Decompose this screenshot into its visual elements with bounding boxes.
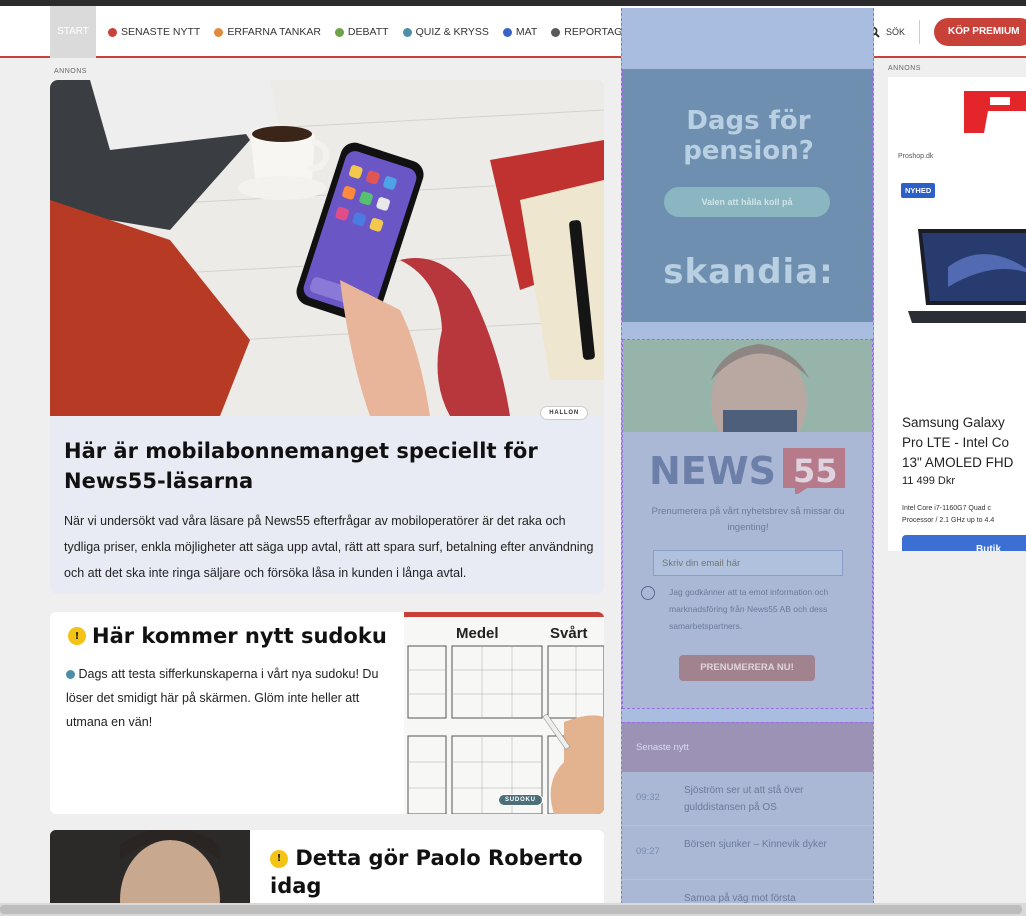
nav-item-reportage[interactable]: REPORTAGE: [551, 26, 629, 38]
nav-actions: SÖK KÖP PREMIUM: [868, 6, 1026, 58]
category-dot-icon: [108, 27, 117, 37]
nav-item-erfarna-tankar[interactable]: ERFARNA TANKAR: [214, 26, 321, 38]
ad-heading-line: Dags för: [686, 106, 811, 136]
article-excerpt: När vi undersökt vad våra läsare på News…: [64, 514, 594, 580]
nav-item-label: DEBATT: [347, 26, 389, 38]
buy-premium-button[interactable]: KÖP PREMIUM: [934, 18, 1026, 46]
sudoku-label-medel: Medel: [456, 625, 499, 642]
article-excerpt: Dags att testa sifferkunskaperna i vårt …: [66, 662, 386, 734]
article-card-sudoku[interactable]: ! Här kommer nytt sudoku Dags att testa …: [50, 612, 604, 814]
list-item[interactable]: 09:27 Börsen sjunker – Kinnevik dyker: [622, 828, 873, 880]
nav-item-quiz-kryss[interactable]: QUIZ & KRYSS: [402, 26, 489, 38]
category-dot-icon: [502, 27, 512, 37]
article-title-row[interactable]: ! Här kommer nytt sudoku: [68, 624, 387, 648]
product-title-line: 13" AMOLED FHD: [902, 455, 1014, 470]
nav-item-label: SENASTE NYTT: [121, 26, 201, 38]
nav-item-senaste-nytt[interactable]: SENASTE NYTT: [108, 26, 200, 38]
list-item[interactable]: 09:32 Sjöström ser ut att stå över guldd…: [622, 774, 873, 826]
category-dot-icon: [334, 27, 344, 37]
article-image-sudoku: Medel Svårt: [404, 612, 604, 814]
skandia-logo-colon-icon: :: [819, 252, 834, 292]
article-title[interactable]: Här är mobilabonnemanget speciellt för N…: [64, 436, 584, 496]
news55-logo: NEWS 55: [649, 448, 845, 494]
article-title: ! Detta gör Paolo Roberto idag: [270, 844, 590, 900]
nav-item-label: QUIZ & KRYSS: [415, 26, 489, 38]
ad-label: ANNONS: [54, 68, 87, 75]
latest-news-header: Senaste nytt: [622, 722, 873, 772]
category-dot-icon: [551, 27, 561, 37]
product-title: Samsung Galaxy Pro LTE - Intel Co 13" AM…: [902, 413, 1026, 473]
product-title-line: Pro LTE - Intel Co: [902, 435, 1010, 450]
article-card-mobile[interactable]: HALLON Här är mobilabonnemanget speciell…: [50, 80, 604, 594]
category-dot-icon: [66, 670, 75, 680]
search-label[interactable]: SÖK: [886, 27, 905, 37]
nav-item-label: ERFARNA TANKAR: [227, 26, 321, 38]
category-dot-icon: [402, 27, 412, 37]
category-dot-icon: [214, 27, 224, 37]
article-excerpt-text: Dags att testa sifferkunskaperna i vårt …: [66, 667, 379, 729]
ad-cta-button[interactable]: Valen att hålla koll på: [664, 187, 830, 217]
product-price: 11 499 Dkr: [902, 475, 955, 487]
logo-news-text: NEWS: [649, 449, 776, 493]
nav-item-label: REPORTAGE: [564, 26, 630, 38]
product-title-line: Samsung Galaxy: [902, 415, 1005, 430]
laptop-image: [908, 229, 1026, 323]
consent-checkbox[interactable]: [641, 586, 655, 600]
ad-source: Proshop.dk: [898, 153, 934, 160]
news-time: 09:27: [636, 846, 660, 857]
premium-lock-icon: !: [68, 627, 86, 645]
nav-item-label: MAT: [515, 26, 538, 38]
nav-item-debatt[interactable]: DEBATT: [334, 26, 389, 38]
proshop-ad[interactable]: Proshop.dk NYHED Samsung Galaxy Pro LTE …: [888, 77, 1026, 551]
category-badge: SUDOKU: [498, 794, 543, 806]
nav-item-mat[interactable]: MAT: [502, 26, 538, 38]
newsletter-signup: NEWS 55 Prenumerera på vårt nyhetsbrev s…: [622, 339, 873, 709]
skandia-logo: skandia:: [623, 252, 874, 292]
new-badge: NYHED: [901, 183, 936, 198]
article-image-phone: [50, 80, 604, 416]
ad-heading-line: pension?: [683, 136, 814, 166]
subscribe-button[interactable]: PRENUMERERA NU!: [679, 655, 815, 681]
sponsor-badge: HALLON: [540, 406, 588, 420]
ad-label: ANNONS: [888, 65, 921, 72]
sudoku-label-svart: Svårt: [550, 625, 588, 642]
consent-label: Jag godkänner att ta emot information oc…: [669, 587, 829, 631]
nav-divider: [919, 20, 921, 44]
latest-news-widget: Senaste nytt 09:32 Sjöström ser ut att s…: [622, 722, 873, 916]
product-spec-line: Intel Core i7-1160G7 Quad c: [902, 505, 991, 512]
news-headline: Börsen sjunker – Kinnevik dyker: [684, 839, 827, 850]
news-headline: Sjöström ser ut att stå över gulddistans…: [684, 785, 804, 813]
skandia-ad[interactable]: Dags för pension? Valen att hålla koll p…: [622, 69, 873, 322]
article-title: Här kommer nytt sudoku: [92, 624, 387, 648]
article-title-text: Detta gör Paolo Roberto idag: [270, 846, 583, 898]
product-specs: Intel Core i7-1160G7 Quad c Processor / …: [902, 503, 1026, 527]
nav-start-tab[interactable]: START: [50, 6, 96, 58]
ad-heading: Dags för pension?: [623, 106, 874, 166]
scrollbar-thumb[interactable]: [0, 905, 1022, 914]
product-spec-line: Processor / 2.1 GHz up to 4.4: [902, 517, 995, 524]
premium-lock-icon: !: [270, 850, 288, 868]
newsletter-description: Prenumerera på vårt nyhetsbrev så missar…: [651, 506, 845, 533]
email-field[interactable]: [653, 550, 843, 576]
proshop-logo: [964, 91, 1026, 133]
newsletter-photo: [623, 340, 872, 432]
news-time: 09:32: [636, 792, 660, 803]
logo-55-text: 55: [793, 452, 838, 490]
nav-category-list: SENASTE NYTT ERFARNA TANKAR DEBATT QUIZ …: [108, 6, 629, 58]
shop-button[interactable]: Butik: [902, 535, 1026, 551]
skandia-logo-text: skandia: [663, 252, 820, 292]
